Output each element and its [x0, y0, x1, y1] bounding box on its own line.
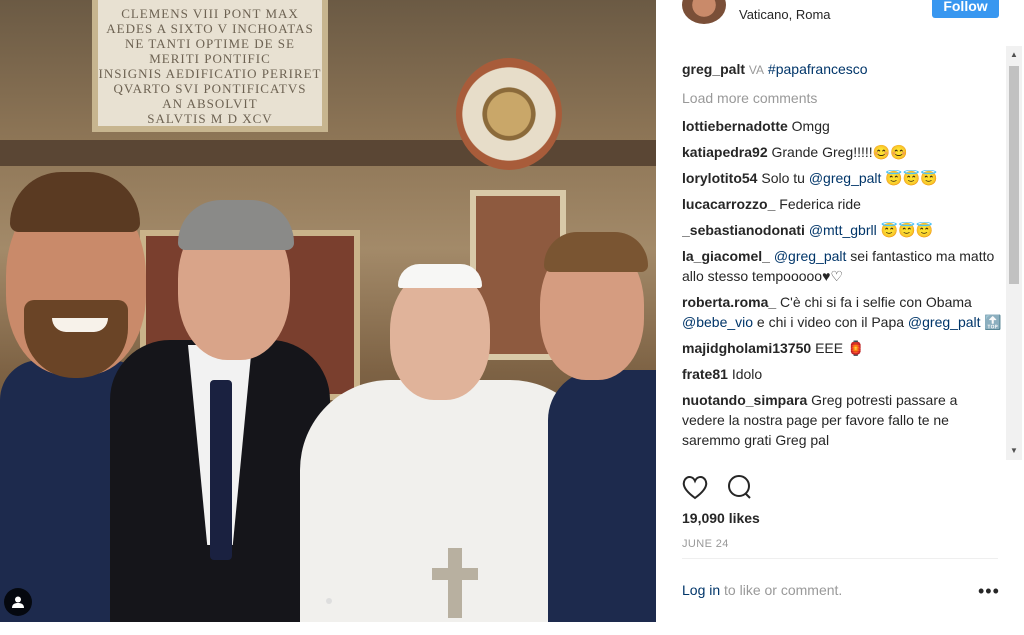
- comment-text: Idolo: [731, 366, 763, 382]
- list-item: majidgholami13750 EEE 🏮: [682, 335, 1002, 361]
- wall-cornice: [0, 140, 656, 166]
- comment-username[interactable]: majidgholami13750: [682, 340, 811, 356]
- plaque-line: NE TANTI OPTIME DE SE: [125, 36, 295, 51]
- caption-via: VA: [748, 63, 765, 77]
- follow-button[interactable]: Follow: [932, 0, 999, 18]
- list-item: _sebastianodonati @mtt_gbrll 😇😇😇: [682, 217, 1002, 243]
- pectoral-cross: [448, 548, 462, 618]
- comment-text: Grande Greg!!!!!😊😊: [771, 144, 908, 160]
- person-3-face: [390, 270, 490, 400]
- scroll-up-icon[interactable]: ▲: [1009, 50, 1019, 60]
- person-2-hair: [178, 200, 294, 250]
- heart-icon[interactable]: [680, 472, 710, 502]
- person-3-zucchetto: [398, 264, 482, 288]
- login-text: to like or comment.: [720, 582, 843, 598]
- list-item: nuotando_simpara Greg potresti passare a…: [682, 387, 1002, 453]
- plaque-line: MERITI PONTIFIC: [149, 51, 271, 66]
- comment-mention[interactable]: @greg_palt: [809, 170, 882, 186]
- caption-hashtag[interactable]: #papafrancesco: [768, 61, 868, 77]
- list-item: lucacarrozzo_ Federica ride: [682, 191, 1002, 217]
- divider: [682, 558, 998, 559]
- comment-mention[interactable]: @bebe_vio: [682, 314, 753, 330]
- comment-mention[interactable]: @greg_palt: [908, 314, 981, 330]
- location-link[interactable]: Vaticano, Roma: [739, 7, 831, 22]
- list-item: lorylotito54 Solo tu @greg_palt 😇😇😇: [682, 165, 1002, 191]
- person-4-hair: [544, 232, 648, 272]
- likes-count[interactable]: 19,090 likes: [682, 510, 760, 526]
- person-1-smile: [52, 318, 108, 332]
- caption-username[interactable]: greg_palt: [682, 61, 745, 77]
- comment-username[interactable]: la_giacomel_: [682, 248, 770, 264]
- user-tag-icon[interactable]: [4, 588, 32, 616]
- comments-scrollbar[interactable]: ▲ ▼: [1006, 46, 1022, 460]
- plaque-line: QVARTO SVI PONTIFICATVS: [113, 81, 307, 96]
- inscription-plaque: CLEMENS VIII PONT MAX AEDES A SIXTO V IN…: [92, 0, 328, 132]
- comments-list: greg_palt VA #papafrancesco Load more co…: [682, 56, 1002, 460]
- comment-text: Federica ride: [779, 196, 861, 212]
- comment-text: Solo tu: [761, 170, 809, 186]
- scroll-down-icon[interactable]: ▼: [1009, 446, 1019, 456]
- pectoral-cross-bar: [432, 568, 478, 580]
- plaque-line: AN ABSOLVIT: [162, 96, 258, 111]
- post-sidebar: Vaticano, Roma Follow greg_palt VA #papa…: [656, 0, 1024, 635]
- comment-text: Omgg: [791, 118, 830, 134]
- avatar[interactable]: [682, 0, 726, 24]
- post-header: Vaticano, Roma Follow: [656, 0, 1024, 44]
- comment-mention[interactable]: @mtt_gbrll: [809, 222, 877, 238]
- carousel-dot: [326, 598, 332, 604]
- plaque-line: SALVTIS M D XCV: [147, 111, 273, 126]
- list-item: katiapedra92 Grande Greg!!!!!😊😊: [682, 139, 1002, 165]
- list-item: roberta.roma_ C'è chi si fa i selfie con…: [682, 289, 1002, 335]
- comment-username[interactable]: frate81: [682, 366, 728, 382]
- comment-text: 😇😇😇: [876, 222, 933, 238]
- comment-username[interactable]: nuotando_simpara: [682, 392, 807, 408]
- load-more-comments[interactable]: Load more comments: [682, 83, 1002, 113]
- wall-medallion: [456, 58, 562, 170]
- comment-text: 😇😇😇: [881, 170, 938, 186]
- list-item: frate81 Idolo: [682, 361, 1002, 387]
- list-item: lottiebernadotte Omgg: [682, 113, 1002, 139]
- plaque-line: INSIGNIS AEDIFICATIO PERIRET: [98, 66, 322, 81]
- comment-username[interactable]: _sebastianodonati: [682, 222, 805, 238]
- comment-username[interactable]: lorylotito54: [682, 170, 757, 186]
- login-link[interactable]: Log in: [682, 582, 720, 598]
- plaque-line: AEDES A SIXTO V INCHOATAS: [106, 21, 314, 36]
- scrollbar-thumb[interactable]: [1009, 66, 1019, 284]
- comment-mention[interactable]: @greg_palt: [774, 248, 847, 264]
- comment-icon[interactable]: [724, 472, 754, 502]
- post-photo[interactable]: CLEMENS VIII PONT MAX AEDES A SIXTO V IN…: [0, 0, 656, 622]
- comment-username[interactable]: roberta.roma_: [682, 294, 776, 310]
- action-bar: [680, 472, 780, 502]
- list-item: la_giacomel_ @greg_palt sei fantastico m…: [682, 243, 1002, 289]
- comment-text: EEE 🏮: [815, 340, 865, 356]
- more-options-icon[interactable]: •••: [978, 582, 1000, 600]
- comment-text: C'è chi si fa i selfie con Obama: [780, 294, 972, 310]
- comment-text: 🔝: [980, 314, 1002, 330]
- login-prompt: Log in to like or comment.: [682, 582, 842, 598]
- comment-username[interactable]: katiapedra92: [682, 144, 768, 160]
- caption: greg_palt VA #papafrancesco: [682, 56, 1002, 83]
- comment-text: e chi i video con il Papa: [753, 314, 908, 330]
- post-date: JUNE 24: [682, 538, 729, 550]
- comment-username[interactable]: lottiebernadotte: [682, 118, 788, 134]
- person-2-tie: [210, 380, 232, 560]
- plaque-line: CLEMENS VIII PONT MAX: [121, 6, 299, 21]
- person-4-body: [548, 370, 656, 622]
- person-1-hair: [10, 172, 140, 232]
- comment-username[interactable]: lucacarrozzo_: [682, 196, 775, 212]
